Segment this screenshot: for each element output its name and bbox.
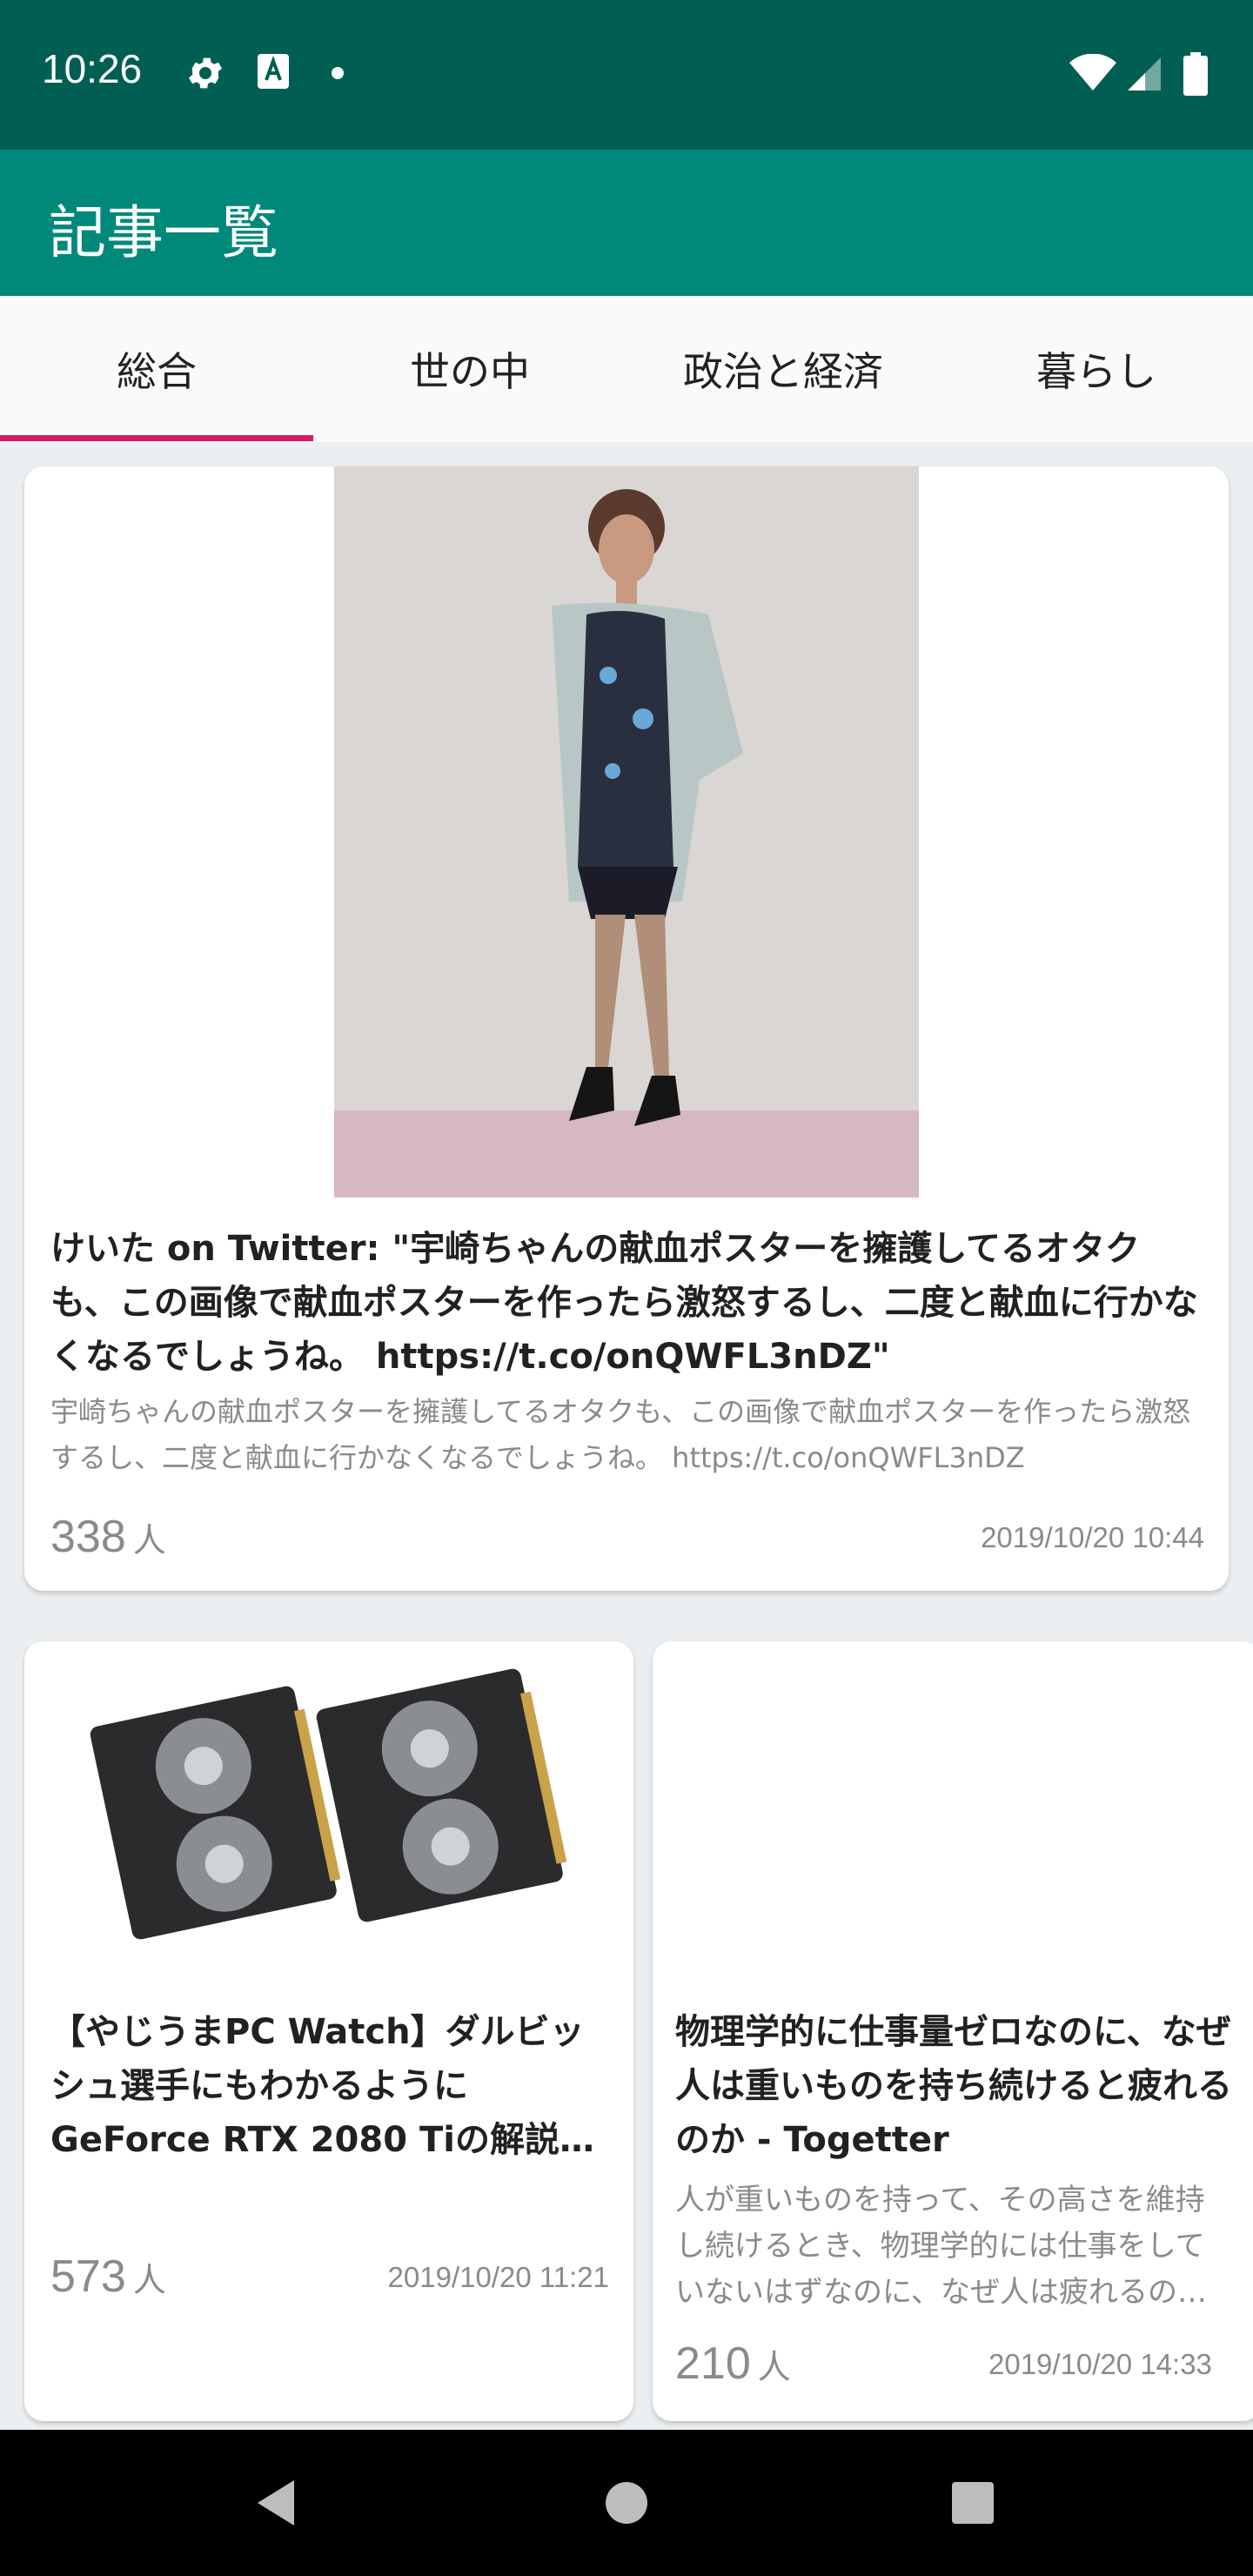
article-date: 2019/10/20 10:44 <box>981 1521 1204 1553</box>
cell-signal-icon <box>1128 57 1161 91</box>
article-description: 宇崎ちゃんの献血ポスターを擁護してるオタクも、この画像で献血ポスターを作ったら激… <box>50 1395 1191 1474</box>
bookmark-count-unit: 人 <box>132 2261 166 2299</box>
wifi-icon <box>1069 54 1116 91</box>
tab-general[interactable]: 総合 <box>0 296 313 442</box>
bookmark-count-unit: 人 <box>132 1521 166 1560</box>
tab-politics-economy[interactable]: 政治と経済 <box>626 296 940 442</box>
category-tabs: 総合 世の中 政治と経済 暮らし <box>0 296 1253 442</box>
active-tab-indicator <box>0 435 313 441</box>
tab-life[interactable]: 暮らし <box>940 296 1253 442</box>
system-navigation-bar <box>0 2430 1253 2576</box>
article-date: 2019/10/20 11:21 <box>387 2261 609 2293</box>
article-card[interactable]: 物理学的に仕事量ゼロなのに、なぜ人は重いものを持ち続けると疲れるのか - Tog… <box>653 1641 1253 2421</box>
article-date: 2019/10/20 14:33 <box>988 2348 1212 2380</box>
home-icon[interactable] <box>604 2480 649 2526</box>
bookmark-count-number: 338 <box>50 1512 126 1562</box>
article-title: 【やじうまPC Watch】ダルビッシュ選手にもわかるようにGeForce RT… <box>50 2012 594 2160</box>
back-icon[interactable] <box>252 2477 298 2529</box>
article-title: 物理学的に仕事量ゼロなのに、なぜ人は重いものを持ち続けると疲れるのか - Tog… <box>675 2012 1232 2160</box>
recents-icon[interactable] <box>950 2480 995 2526</box>
bookmark-count: 338 人 <box>50 1511 166 1563</box>
bookmark-count-number: 573 <box>50 2251 126 2302</box>
article-title: けいた on Twitter: "宇崎ちゃんの献血ポスターを擁護してるオタクも、… <box>50 1229 1198 1377</box>
keyboard-a-icon <box>258 54 289 89</box>
status-bar: 10:26 <box>0 0 1253 150</box>
article-description: 人が重いものを持って、その高さを維持し続けるとき、物理学的には仕事をしていないは… <box>675 2183 1207 2310</box>
notification-dot-icon <box>332 67 344 79</box>
app-bar: 記事一覧 <box>0 150 1253 296</box>
article-card[interactable]: けいた on Twitter: "宇崎ちゃんの献血ポスターを擁護してるオタクも、… <box>24 466 1229 1591</box>
settings-gear-icon <box>189 57 222 89</box>
article-thumbnail-image <box>334 466 919 1197</box>
tab-society[interactable]: 世の中 <box>313 296 626 442</box>
bookmark-count: 210 人 <box>675 2338 791 2390</box>
status-time: 10:26 <box>42 46 143 91</box>
article-card[interactable]: 【やじうまPC Watch】ダルビッシュ選手にもわかるようにGeForce RT… <box>24 1641 633 2421</box>
page-title: 記事一覧 <box>49 199 278 266</box>
bookmark-count-unit: 人 <box>757 2348 791 2386</box>
bookmark-count: 573 人 <box>50 2251 166 2303</box>
article-thumbnail-image <box>73 1641 585 1982</box>
battery-icon <box>1183 52 1208 96</box>
bookmark-count-number: 210 <box>675 2338 751 2389</box>
